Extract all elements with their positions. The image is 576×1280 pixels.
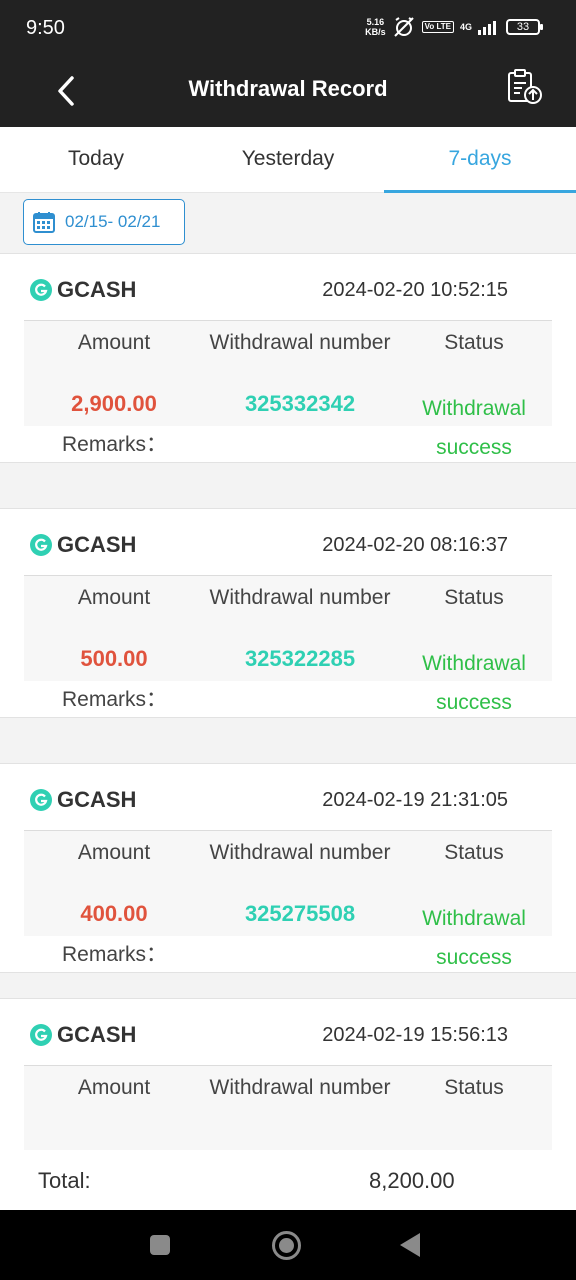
system-nav-bar bbox=[0, 1210, 576, 1280]
payment-method: GCASH bbox=[30, 532, 136, 558]
clock: 9:50 bbox=[26, 17, 65, 39]
record-datetime: 2024-02-19 15:56:13 bbox=[322, 1024, 508, 1046]
record-datetime: 2024-02-20 08:16:37 bbox=[322, 534, 508, 556]
amount-header: Amount bbox=[77, 331, 151, 354]
date-filter-bar: 02/15- 02/21 bbox=[0, 193, 576, 251]
tab-today[interactable]: Today bbox=[0, 127, 192, 192]
record-details: Amount Withdrawal number Status 400.00 3… bbox=[24, 830, 552, 969]
network-speed: 5.16 KB/s bbox=[365, 17, 386, 37]
calendar-icon bbox=[33, 212, 55, 233]
status-icons: 5.16 KB/s Vo LTE 4G 33 bbox=[365, 16, 543, 38]
record-card[interactable]: GCASH 2024-02-20 08:16:37 Amount Withdra… bbox=[0, 508, 576, 718]
tab-7-days[interactable]: 7-days bbox=[384, 127, 576, 193]
amount-value: 500.00 bbox=[80, 646, 148, 671]
volte-icon: Vo LTE bbox=[421, 21, 454, 33]
alarm-off-icon bbox=[393, 17, 414, 37]
remarks-label: Remarks： bbox=[62, 943, 168, 966]
status-header: Status bbox=[444, 841, 504, 864]
page-title: Withdrawal Record bbox=[188, 76, 388, 101]
amount-value: 2,900.00 bbox=[71, 391, 157, 416]
record-datetime: 2024-02-19 21:31:05 bbox=[322, 789, 508, 811]
date-tabs: Today Yesterday 7-days bbox=[0, 127, 576, 193]
withdrawal-number-header: Withdrawal number bbox=[209, 331, 391, 354]
home-icon[interactable] bbox=[272, 1231, 301, 1260]
amount-header: Amount bbox=[77, 586, 151, 609]
status-header: Status bbox=[444, 586, 504, 609]
network-type: 4G bbox=[459, 21, 472, 32]
payment-method: GCASH bbox=[30, 1022, 136, 1048]
record-datetime: 2024-02-20 10:52:15 bbox=[322, 279, 508, 301]
clipboard-upload-icon[interactable] bbox=[506, 68, 544, 106]
tab-yesterday[interactable]: Yesterday bbox=[192, 127, 384, 192]
status-header: Status bbox=[444, 331, 504, 354]
withdrawal-number-value: 325275508 bbox=[244, 901, 356, 926]
app-header: Withdrawal Record bbox=[0, 56, 576, 127]
withdrawal-number-header: Withdrawal number bbox=[209, 586, 391, 609]
payment-method: GCASH bbox=[30, 787, 136, 813]
signal-icon bbox=[478, 21, 496, 35]
date-range-label: 02/15- 02/21 bbox=[65, 212, 161, 231]
remarks-label: Remarks： bbox=[62, 433, 168, 456]
gcash-logo-icon bbox=[30, 534, 52, 556]
payment-method-name: GCASH bbox=[57, 1022, 137, 1047]
gcash-logo-icon bbox=[30, 789, 52, 811]
gcash-logo-icon bbox=[30, 1024, 52, 1046]
record-details: Amount Withdrawal number Status 2,900.00… bbox=[24, 320, 552, 459]
withdrawal-number-header: Withdrawal number bbox=[209, 841, 391, 864]
amount-header: Amount bbox=[77, 841, 151, 864]
total-bar: Total: 8,200.00 bbox=[0, 1150, 576, 1210]
amount-value: 400.00 bbox=[80, 901, 148, 926]
payment-method: GCASH bbox=[30, 277, 136, 303]
status-value: Withdrawal success bbox=[422, 652, 526, 714]
record-details: Amount Withdrawal number Status bbox=[24, 1065, 552, 1159]
total-label: Total: bbox=[38, 1168, 91, 1193]
back-icon[interactable] bbox=[400, 1233, 420, 1257]
payment-method-name: GCASH bbox=[57, 787, 137, 812]
record-card[interactable]: GCASH 2024-02-19 21:31:05 Amount Withdra… bbox=[0, 763, 576, 973]
remarks-label: Remarks： bbox=[62, 688, 168, 711]
payment-method-name: GCASH bbox=[57, 532, 137, 557]
record-card[interactable]: GCASH 2024-02-19 15:56:13 Amount Withdra… bbox=[0, 998, 576, 1159]
battery-icon: 33 bbox=[506, 19, 543, 35]
status-value: Withdrawal success bbox=[422, 907, 526, 969]
payment-method-name: GCASH bbox=[57, 277, 137, 302]
status-bar: 9:50 5.16 KB/s Vo LTE 4G 33 bbox=[0, 0, 576, 56]
withdrawal-number-value: 325322285 bbox=[244, 646, 356, 671]
record-details: Amount Withdrawal number Status 500.00 3… bbox=[24, 575, 552, 714]
amount-header: Amount bbox=[77, 1076, 151, 1099]
status-value: Withdrawal success bbox=[422, 397, 526, 459]
recent-apps-icon[interactable] bbox=[150, 1235, 170, 1255]
gcash-logo-icon bbox=[30, 279, 52, 301]
withdrawal-number-header: Withdrawal number bbox=[209, 1076, 391, 1099]
total-value: 8,200.00 bbox=[369, 1168, 455, 1193]
status-header: Status bbox=[444, 1076, 504, 1099]
date-range-picker[interactable]: 02/15- 02/21 bbox=[23, 199, 185, 245]
withdrawal-number-value: 325332342 bbox=[244, 391, 356, 416]
record-card[interactable]: GCASH 2024-02-20 10:52:15 Amount Withdra… bbox=[0, 253, 576, 463]
